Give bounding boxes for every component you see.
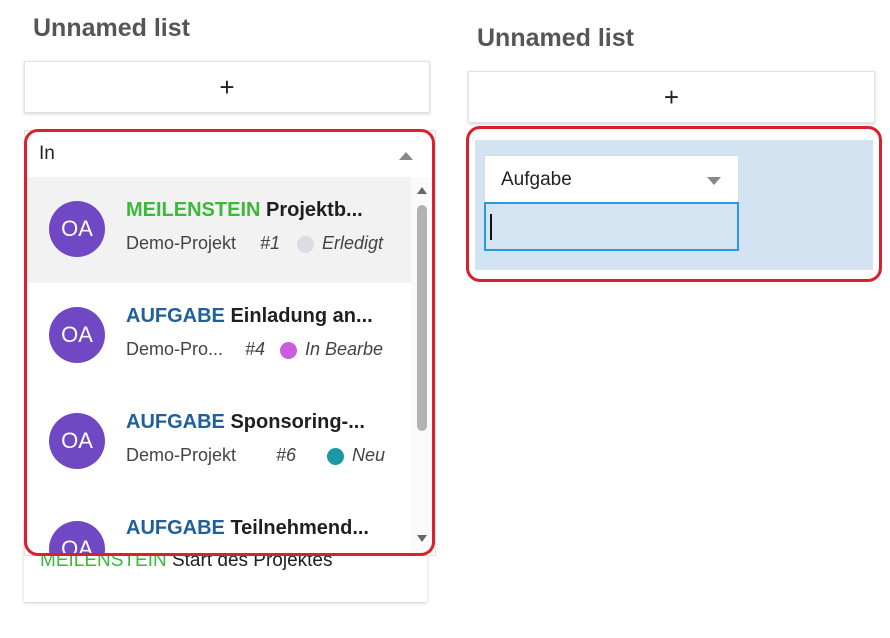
item-name: Teilnehmend... [230,517,369,539]
item-title: AUFGABE Teilnehmend... [126,517,369,540]
status-dot-icon [327,448,344,465]
right-list-title: Unnamed list [477,24,634,52]
chevron-up-icon[interactable] [399,152,413,160]
item-number: #4 [245,339,266,359]
item-title: AUFGABE Sponsoring-... [126,411,365,434]
item-title: AUFGABE Einladung an... [126,305,373,328]
title-input[interactable] [484,202,739,251]
type-select-value: Aufgabe [501,169,572,190]
status-dot-icon [280,342,297,359]
item-status: In Bearbe [305,339,384,359]
scroll-up-icon[interactable] [417,187,427,194]
item-search-dropdown[interactable]: In OA MEILENSTEIN Projektb... Demo-Proje… [24,130,436,556]
item-number: #6 [276,445,297,465]
item-name: Einladung an... [230,305,373,327]
avatar: OA [49,521,105,553]
left-add-button[interactable]: + [24,61,430,113]
list-item[interactable]: OA MEILENSTEIN Projektb... Demo-Projekt … [25,177,411,283]
item-name: Projektb... [266,199,363,221]
item-status: Erledigt [322,233,384,253]
search-input[interactable]: In [25,131,433,176]
result-list: OA MEILENSTEIN Projektb... Demo-Projekt … [25,177,411,553]
list-item[interactable]: OA AUFGABE Einladung an... Demo-Pro... #… [25,283,411,389]
item-status: Neu [352,445,386,465]
type-select[interactable]: Aufgabe [484,155,739,203]
scroll-down-icon[interactable] [417,535,427,542]
right-add-button[interactable]: + [468,71,875,123]
item-type: AUFGABE [126,305,225,327]
item-number: #1 [260,233,281,253]
status-dot-icon [297,236,314,253]
scrollbar-thumb[interactable] [417,205,427,431]
item-project: Demo-Projekt [126,233,237,253]
left-list-title: Unnamed list [33,14,190,42]
item-type: AUFGABE [126,411,225,433]
scrollbar[interactable] [411,177,433,553]
item-name: Sponsoring-... [230,411,365,433]
item-type: AUFGABE [126,517,225,539]
list-item[interactable]: OA AUFGABE Teilnehmend... [25,495,411,553]
avatar: OA [49,413,105,469]
item-project: Demo-Projekt [126,445,237,465]
text-cursor [490,214,492,240]
item-type: MEILENSTEIN [126,199,261,221]
search-value: In [39,143,55,164]
avatar: OA [49,201,105,257]
item-title: MEILENSTEIN Projektb... [126,199,363,222]
avatar: OA [49,307,105,363]
chevron-down-icon[interactable] [707,177,721,185]
item-project: Demo-Pro... [126,339,224,359]
list-item[interactable]: OA AUFGABE Sponsoring-... Demo-Projekt #… [25,389,411,495]
